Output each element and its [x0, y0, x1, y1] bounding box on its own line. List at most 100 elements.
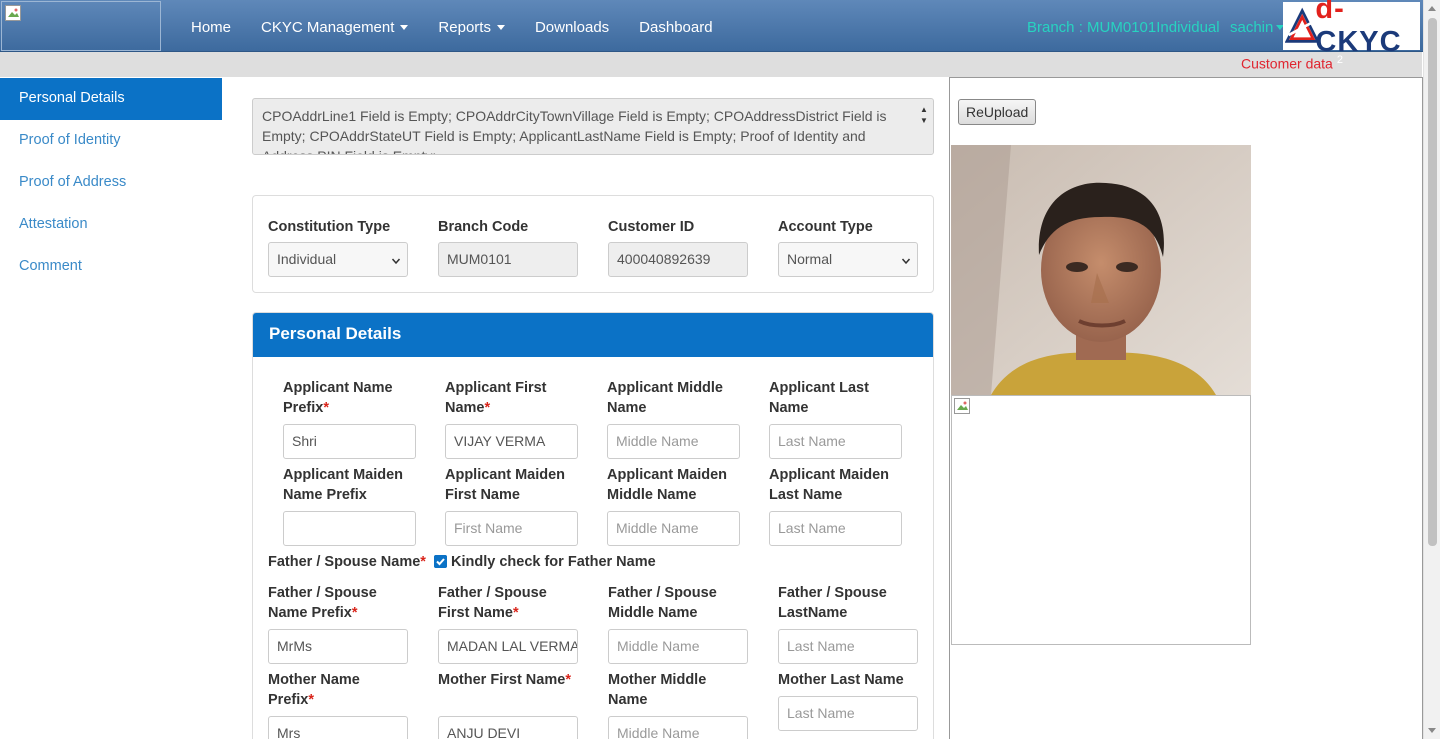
account-type-select[interactable]: Normal	[778, 242, 918, 277]
brand-prefix: d-	[1315, 0, 1345, 25]
applicant-first-name-label: Applicant First Name*	[445, 378, 575, 418]
nav-ckyc-management-label: CKYC Management	[261, 19, 395, 36]
customer-data-label: Customer data	[1241, 55, 1333, 72]
account-info-panel: Constitution Type Individual Branch Code…	[252, 195, 934, 293]
father-spouse-name-label: Father / Spouse Name*	[268, 552, 426, 572]
kindly-check-label: Kindly check for Father Name	[451, 554, 656, 570]
mother-first-name-label-text: Mother First Name	[438, 672, 566, 688]
branch-code-field[interactable]: MUM0101	[438, 242, 578, 277]
maiden-first-name-input[interactable]: First Name	[445, 511, 578, 546]
mother-last-name-label: Mother Last Name	[778, 672, 904, 688]
father-middle-name-label: Father / Spouse Middle Name	[608, 585, 717, 621]
applicant-middle-name-input[interactable]: Middle Name	[607, 424, 740, 459]
nav-reports[interactable]: Reports	[423, 0, 520, 52]
mother-name-prefix-input[interactable]: Mrs	[268, 716, 408, 739]
customer-id-field[interactable]: 400040892639	[608, 242, 748, 277]
required-asterisk: *	[512, 605, 519, 621]
sidebar-item-personal-details[interactable]: Personal Details	[0, 78, 222, 120]
page-scrollbar[interactable]	[1423, 0, 1440, 739]
main-content: CPOAddrLine1 Field is Empty; CPOAddrCity…	[238, 78, 948, 739]
triangle-logo-icon	[1285, 7, 1320, 43]
father-name-prefix-label-text: Father / Spouse Name Prefix	[268, 585, 377, 621]
sidebar-item-attestation[interactable]: Attestation	[0, 204, 222, 246]
applicant-first-name-label-text: Applicant First Name	[445, 380, 547, 416]
chevron-down-icon	[392, 258, 400, 265]
nav-dashboard[interactable]: Dashboard	[624, 0, 727, 52]
father-first-name-input[interactable]: MADAN LAL VERMA	[438, 629, 578, 664]
nav-reports-label: Reports	[438, 19, 491, 36]
sidebar: Personal Details Proof of Identity Proof…	[0, 78, 222, 288]
applicant-last-name-label: Applicant Last Name	[769, 380, 869, 416]
mother-middle-name-label: Mother Middle Name	[608, 672, 707, 708]
father-first-name-label: Father / Spouse First Name*	[438, 583, 578, 623]
dckyc-logo: d-CKYC	[1283, 0, 1420, 58]
applicant-last-name-input[interactable]: Last Name	[769, 424, 902, 459]
maiden-last-name-label: Applicant Maiden Last Name	[769, 467, 890, 503]
user-name: sachin	[1230, 19, 1274, 36]
applicant-name-prefix-label-text: Applicant Name Prefix	[283, 380, 393, 416]
customer-photo	[951, 145, 1251, 395]
constitution-type-select[interactable]: Individual	[268, 242, 408, 277]
father-last-name-input[interactable]: Last Name	[778, 629, 918, 664]
father-name-prefix-input[interactable]: MrMs	[268, 629, 408, 664]
nav-dashboard-label: Dashboard	[639, 19, 713, 36]
required-asterisk: *	[351, 605, 358, 621]
maiden-name-prefix-input[interactable]	[283, 511, 416, 546]
maiden-middle-name-label: Applicant Maiden Middle Name	[607, 467, 728, 503]
broken-image-icon	[954, 398, 970, 414]
customer-photo-image	[951, 145, 1251, 395]
top-navbar: Home CKYC Management Reports Downloads D…	[0, 0, 1440, 58]
account-type-value: Normal	[787, 251, 833, 267]
required-asterisk: *	[565, 672, 571, 688]
mother-last-name-input[interactable]: Last Name	[778, 696, 918, 731]
sidebar-item-comment[interactable]: Comment	[0, 246, 222, 288]
signature-image-box	[951, 395, 1251, 645]
required-asterisk: *	[323, 400, 329, 416]
maiden-first-name-label: Applicant Maiden First Name	[445, 467, 566, 503]
branch-code-label: Branch Code	[438, 219, 529, 235]
father-spouse-name-label-text: Father / Spouse Name	[268, 554, 421, 570]
nav-downloads[interactable]: Downloads	[520, 0, 624, 52]
sub-header-bar: Customer data 2	[0, 52, 1422, 77]
nav-home[interactable]: Home	[176, 0, 246, 52]
required-asterisk: *	[308, 692, 314, 708]
applicant-first-name-input[interactable]: VIJAY VERMA	[445, 424, 578, 459]
maiden-name-prefix-label: Applicant Maiden Name Prefix	[283, 467, 404, 503]
mother-middle-name-input[interactable]: Middle Name	[608, 716, 748, 739]
applicant-middle-name-label: Applicant Middle Name	[607, 380, 723, 416]
bank-logo[interactable]	[1, 1, 161, 51]
customer-data-link[interactable]: Customer data 2	[1241, 54, 1343, 72]
brand-name: d-CKYC	[1315, 0, 1420, 59]
father-first-name-label-text: Father / Spouse First Name	[438, 585, 547, 621]
validation-errors-text: CPOAddrLine1 Field is Empty; CPOAddrCity…	[262, 108, 887, 154]
personal-details-panel: Personal Details Applicant Name Prefix* …	[252, 312, 934, 739]
customer-id-label: Customer ID	[608, 219, 695, 235]
required-asterisk: *	[420, 554, 426, 570]
scroll-up-arrow-icon[interactable]	[1428, 6, 1436, 11]
father-name-checkbox[interactable]	[434, 555, 447, 568]
sidebar-item-proof-of-address[interactable]: Proof of Address	[0, 162, 222, 204]
textarea-scroll-arrows-icon[interactable]: ▲ ▼	[920, 104, 930, 126]
maiden-last-name-input[interactable]: Last Name	[769, 511, 902, 546]
main-nav: Home CKYC Management Reports Downloads D…	[176, 0, 728, 52]
scroll-down-arrow-icon[interactable]	[1428, 728, 1436, 733]
nav-ckyc-management[interactable]: CKYC Management	[246, 0, 423, 52]
applicant-name-prefix-label: Applicant Name Prefix*	[283, 378, 423, 418]
applicant-name-prefix-input[interactable]: Shri	[283, 424, 416, 459]
chevron-down-icon	[902, 258, 910, 265]
required-asterisk: *	[484, 400, 491, 416]
caret-down-icon	[400, 25, 409, 30]
scrollbar-thumb[interactable]	[1428, 18, 1437, 546]
broken-image-icon	[5, 5, 21, 21]
sidebar-item-proof-of-identity[interactable]: Proof of Identity	[0, 120, 222, 162]
father-last-name-label: Father / Spouse LastName	[778, 585, 887, 621]
validation-errors-textarea[interactable]: CPOAddrLine1 Field is Empty; CPOAddrCity…	[252, 98, 934, 155]
reupload-button[interactable]: ReUpload	[958, 99, 1037, 125]
maiden-middle-name-input[interactable]: Middle Name	[607, 511, 740, 546]
caret-down-icon	[496, 25, 505, 30]
mother-first-name-input[interactable]: ANJU DEVI	[438, 716, 578, 739]
nav-home-label: Home	[191, 19, 232, 36]
branch-indicator[interactable]: Branch : MUM0101Individual	[1027, 0, 1220, 56]
user-menu[interactable]: sachin	[1230, 0, 1285, 56]
father-middle-name-input[interactable]: Middle Name	[608, 629, 748, 664]
